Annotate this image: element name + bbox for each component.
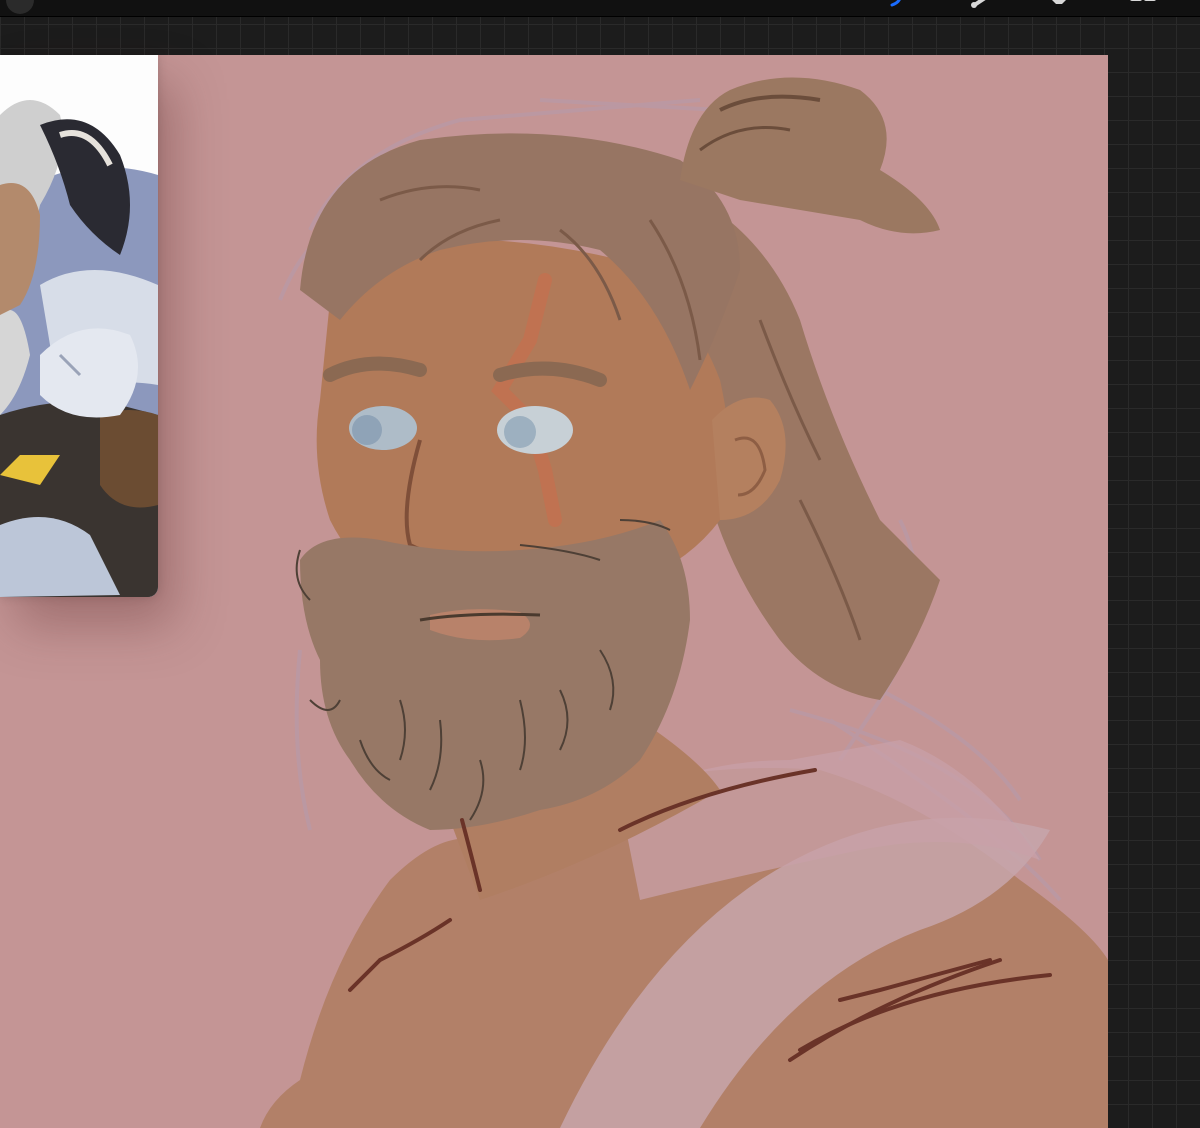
reference-window[interactable] <box>0 55 158 597</box>
smudge-icon[interactable] <box>968 0 998 8</box>
brush-icon[interactable] <box>885 0 909 8</box>
back-button[interactable] <box>6 0 34 14</box>
artwork-portrait <box>260 77 1108 1128</box>
drawing-canvas[interactable] <box>0 55 1108 1128</box>
eraser-icon[interactable] <box>1042 0 1078 8</box>
top-toolbar <box>0 0 1200 17</box>
reference-image <box>0 55 158 597</box>
layers-icon[interactable] <box>1124 0 1160 8</box>
